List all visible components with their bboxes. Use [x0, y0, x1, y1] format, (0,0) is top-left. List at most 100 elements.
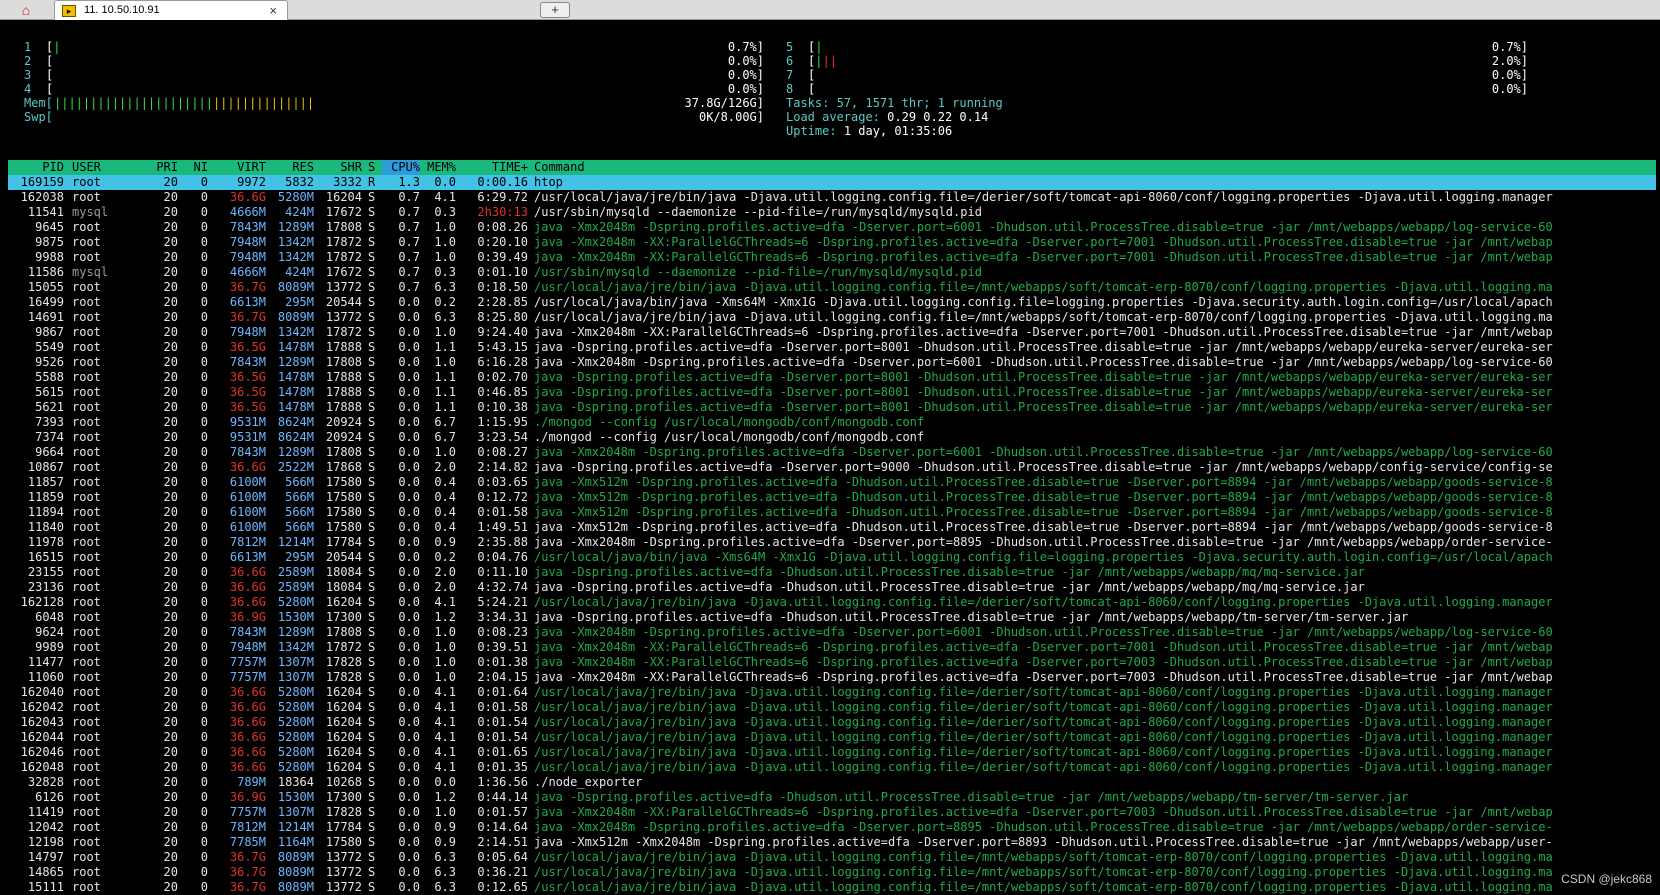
mem-cell: 0.0	[434, 175, 456, 189]
user-cell: root	[72, 490, 101, 504]
mem-cell: 4.1	[434, 715, 456, 729]
nice-cell: 0	[200, 775, 208, 789]
process-row[interactable]: 9664 root 20 0 7843M 1289M 17808 S 0.0 1.0 0:08.27…	[8, 445, 1656, 460]
pid-cell: 23136	[27, 580, 64, 594]
process-row[interactable]: 5588 root 20 0 36.5G 1478M 17888 S 0.0 1.1 0:02.70…	[8, 370, 1656, 385]
process-row[interactable]: 15055 root 20 0 36.7G 8089M 13772 S 0.7 6.3 0:18.5…	[8, 280, 1656, 295]
res-cell: 5280M	[277, 190, 314, 204]
process-row[interactable]: 11840 root 20 0 6100M 566M 17580 S 0.0 0.4 1:49.51…	[8, 520, 1656, 535]
nice-cell: 0	[200, 880, 208, 894]
col-header-res[interactable]: RES	[266, 160, 314, 175]
col-header-pri[interactable]: PRI	[128, 160, 178, 175]
mem-cell: 0.3	[434, 265, 456, 279]
col-header-pid[interactable]: PID	[8, 160, 64, 175]
res-cell: 1307M	[277, 805, 314, 819]
shr-cell: 20544	[325, 550, 362, 564]
col-header-shr[interactable]: SHR	[314, 160, 362, 175]
process-list[interactable]: 169159 root 20 0 9972 5832 3332 R 1.3 0.0 0:00.16 h…	[8, 175, 1656, 895]
process-row[interactable]: 162046 root 20 0 36.6G 5280M 16204 S 0.0 4.1 0:01.…	[8, 745, 1656, 760]
process-row[interactable]: 11857 root 20 0 6100M 566M 17580 S 0.0 0.4 0:03.65…	[8, 475, 1656, 490]
process-row[interactable]: 14865 root 20 0 36.7G 8089M 13772 S 0.0 6.3 0:36.2…	[8, 865, 1656, 880]
process-row[interactable]: 11060 root 20 0 7757M 1307M 17828 S 0.0 1.0 2:04.1…	[8, 670, 1656, 685]
process-row[interactable]: 162042 root 20 0 36.6G 5280M 16204 S 0.0 4.1 0:01.…	[8, 700, 1656, 715]
shr-cell: 17828	[325, 670, 362, 684]
priority-cell: 20	[163, 760, 178, 774]
mem-cell: 1.2	[434, 790, 456, 804]
process-row[interactable]: 9645 root 20 0 7843M 1289M 17808 S 0.7 1.0 0:08.26…	[8, 220, 1656, 235]
process-row[interactable]: 23136 root 20 0 36.6G 2589M 18084 S 0.0 2.0 4:32.7…	[8, 580, 1656, 595]
process-row[interactable]: 11894 root 20 0 6100M 566M 17580 S 0.0 0.4 0:01.58…	[8, 505, 1656, 520]
process-row[interactable]: 9988 root 20 0 7948M 1342M 17872 S 0.7 1.0 0:39.49…	[8, 250, 1656, 265]
process-row[interactable]: 14797 root 20 0 36.7G 8089M 13772 S 0.0 6.3 0:05.6…	[8, 850, 1656, 865]
session-tab[interactable]: ▸ 11. 10.50.10.91 ×	[54, 0, 288, 20]
process-row[interactable]: 7393 root 20 0 9531M 8624M 20924 S 0.0 6.7 1:15.95…	[8, 415, 1656, 430]
process-row[interactable]: 5549 root 20 0 36.5G 1478M 17888 S 0.0 1.1 5:43.15…	[8, 340, 1656, 355]
process-row[interactable]: 11978 root 20 0 7812M 1214M 17784 S 0.0 0.9 2:35.8…	[8, 535, 1656, 550]
nice-cell: 0	[200, 550, 208, 564]
process-row[interactable]: 11541 mysql 20 0 4666M 424M 17672 S 0.7 0.3 2h30:1…	[8, 205, 1656, 220]
process-row[interactable]: 9989 root 20 0 7948M 1342M 17872 S 0.0 1.0 0:39.51…	[8, 640, 1656, 655]
process-row[interactable]: 9624 root 20 0 7843M 1289M 17808 S 0.0 1.0 0:08.23…	[8, 625, 1656, 640]
process-row[interactable]: 10867 root 20 0 36.6G 2522M 17868 S 0.0 2.0 2:14.8…	[8, 460, 1656, 475]
col-header-command[interactable]: Command	[534, 160, 585, 175]
process-row[interactable]: 12042 root 20 0 7812M 1214M 17784 S 0.0 0.9 0:14.6…	[8, 820, 1656, 835]
process-row[interactable]: 16515 root 20 0 6613M 295M 20544 S 0.0 0.2 0:04.76…	[8, 550, 1656, 565]
command-cell: ./mongod --config /usr/local/mongodb/con…	[534, 415, 925, 429]
process-row[interactable]: 23155 root 20 0 36.6G 2589M 18084 S 0.0 2.0 0:11.1…	[8, 565, 1656, 580]
process-row[interactable]: 12198 root 20 0 7785M 1164M 17580 S 0.0 0.9 2:14.5…	[8, 835, 1656, 850]
process-row[interactable]: 162128 root 20 0 36.6G 5280M 16204 S 0.0 4.1 5:24.…	[8, 595, 1656, 610]
shr-cell: 17672	[325, 265, 362, 279]
col-header-time[interactable]: TIME+	[456, 160, 528, 175]
col-header-ni[interactable]: NI	[178, 160, 208, 175]
process-row[interactable]: 14691 root 20 0 36.7G 8089M 13772 S 0.0 6.3 8:25.8…	[8, 310, 1656, 325]
cpu-meter-bars: [|	[46, 40, 61, 54]
process-row[interactable]: 7374 root 20 0 9531M 8624M 20924 S 0.0 6.7 3:23.54…	[8, 430, 1656, 445]
process-row[interactable]: 11586 mysql 20 0 4666M 424M 17672 S 0.7 0.3 0:01.1…	[8, 265, 1656, 280]
process-row[interactable]: 32828 root 20 0 789M 18364 10268 S 0.0 0.0 1:36.56…	[8, 775, 1656, 790]
process-row[interactable]: 6126 root 20 0 36.9G 1530M 17300 S 0.0 1.2 0:44.14…	[8, 790, 1656, 805]
command-cell: java -Xmx2048m -XX:ParallelGCThreads=6 -…	[534, 640, 1553, 654]
process-row[interactable]: 11419 root 20 0 7757M 1307M 17828 S 0.0 1.0 0:01.5…	[8, 805, 1656, 820]
process-row[interactable]: 162038 root 20 0 36.6G 5280M 16204 S 0.7 4.1 6:29.…	[8, 190, 1656, 205]
process-row[interactable]: 162040 root 20 0 36.6G 5280M 16204 S 0.0 4.1 0:01.…	[8, 685, 1656, 700]
process-row[interactable]: 9867 root 20 0 7948M 1342M 17872 S 0.0 1.0 9:24.40…	[8, 325, 1656, 340]
cpu-cell: 0.0	[398, 385, 420, 399]
priority-cell: 20	[163, 205, 178, 219]
process-row[interactable]: 5615 root 20 0 36.5G 1478M 17888 S 0.0 1.1 0:46.85…	[8, 385, 1656, 400]
shr-cell: 16204	[325, 190, 362, 204]
close-tab-button[interactable]: ×	[269, 3, 277, 18]
process-row[interactable]: 9526 root 20 0 7843M 1289M 17808 S 0.0 1.0 6:16.28…	[8, 355, 1656, 370]
process-row[interactable]: 11477 root 20 0 7757M 1307M 17828 S 0.0 1.0 0:01.3…	[8, 655, 1656, 670]
mem-cell: 4.1	[434, 595, 456, 609]
virt-cell: 36.6G	[229, 760, 266, 774]
process-row-selected[interactable]: 169159 root 20 0 9972 5832 3332 R 1.3 0.0 0:00.16 h…	[8, 175, 1656, 190]
process-row[interactable]: 15111 root 20 0 36.7G 8089M 13772 S 0.0 6.3 0:12.6…	[8, 880, 1656, 895]
col-header-virt[interactable]: VIRT	[208, 160, 266, 175]
process-row[interactable]: 162044 root 20 0 36.6G 5280M 16204 S 0.0 4.1 0:01.…	[8, 730, 1656, 745]
terminal-window[interactable]: 1 [| 0.7%] 2[0.0%] 3[0.0%] 4[0.0%] 5 [| 0.7%] 6 [|…	[0, 21, 1660, 895]
process-row[interactable]: 11859 root 20 0 6100M 566M 17580 S 0.0 0.4 0:12.72…	[8, 490, 1656, 505]
priority-cell: 20	[163, 250, 178, 264]
process-row[interactable]: 162048 root 20 0 36.6G 5280M 16204 S 0.0 4.1 0:01.…	[8, 760, 1656, 775]
res-cell: 1214M	[277, 820, 314, 834]
col-header-cpu[interactable]: CPU%	[382, 160, 420, 175]
state-cell: S	[368, 775, 376, 789]
col-header-state[interactable]: S	[368, 160, 375, 175]
state-cell: S	[368, 850, 376, 864]
uptime-value: 1 day, 01:35:06	[843, 124, 953, 138]
session-tab-label: 11. 10.50.10.91	[84, 4, 160, 16]
col-header-user[interactable]: USER	[72, 160, 101, 175]
time-cell: 0:01.58	[477, 505, 528, 519]
home-button[interactable]: ⌂	[8, 1, 44, 19]
process-row[interactable]: 16499 root 20 0 6613M 295M 20544 S 0.0 0.2 2:28.85…	[8, 295, 1656, 310]
process-row[interactable]: 5621 root 20 0 36.5G 1478M 17888 S 0.0 1.1 0:10.38…	[8, 400, 1656, 415]
process-table-header[interactable]: PID USER PRI NI VIRT RES SHR S CPU% MEM%…	[8, 160, 1656, 175]
command-cell: java -Xmx2048m -Dspring.profiles.active=…	[534, 820, 1553, 834]
new-tab-button[interactable]: +	[540, 2, 570, 18]
process-row[interactable]: 162043 root 20 0 36.6G 5280M 16204 S 0.0 4.1 0:01.…	[8, 715, 1656, 730]
res-cell: 8624M	[277, 415, 314, 429]
col-header-mem[interactable]: MEM%	[420, 160, 456, 175]
nice-cell: 0	[200, 625, 208, 639]
process-row[interactable]: 9875 root 20 0 7948M 1342M 17872 S 0.7 1.0 0:20.10…	[8, 235, 1656, 250]
process-row[interactable]: 6048 root 20 0 36.9G 1530M 17300 S 0.0 1.2 3:34.31…	[8, 610, 1656, 625]
